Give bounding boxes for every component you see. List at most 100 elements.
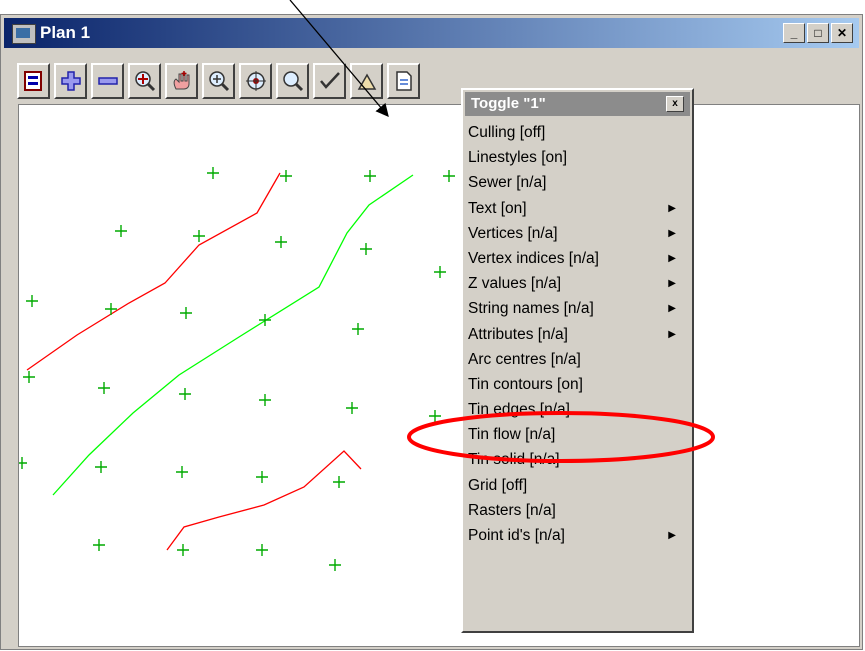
point-marker — [429, 410, 441, 422]
point-marker — [443, 170, 455, 182]
menu-item[interactable]: Culling [off] — [465, 120, 690, 145]
point-marker — [19, 457, 27, 469]
menu-item[interactable]: Vertex indices [n/a] ▶ — [465, 246, 690, 271]
point-marker — [256, 544, 268, 556]
menu-item-label: Tin solid [n/a] — [468, 451, 560, 469]
options-icon — [357, 73, 376, 90]
point-marker — [364, 170, 376, 182]
zoom-icon — [208, 71, 229, 92]
zoom-button[interactable] — [202, 63, 235, 99]
menu-item[interactable]: Linestyles [on] — [465, 145, 690, 170]
zoom-out-button[interactable] — [91, 63, 124, 99]
menu-item[interactable]: Tin edges [n/a] — [465, 397, 690, 422]
plot-icon — [23, 71, 42, 91]
magnify-button[interactable] — [276, 63, 309, 99]
menu-item[interactable]: Arc centres [n/a] — [465, 347, 690, 372]
close-icon: ✕ — [836, 26, 848, 40]
hand-pan-icon — [173, 71, 189, 90]
survey-points — [19, 167, 455, 571]
submenu-arrow-icon: ▶ — [668, 530, 676, 541]
zoom-in-icon — [60, 71, 81, 91]
red-contour-line-lower — [166, 450, 362, 551]
document-icon — [395, 71, 412, 91]
target-icon — [245, 71, 266, 91]
point-marker — [193, 230, 205, 242]
menu-title-bar[interactable]: Toggle "1" x — [465, 92, 690, 116]
menu-item[interactable]: Vertices [n/a] ▶ — [465, 221, 690, 246]
menu-item-label: Tin flow [n/a] — [468, 426, 556, 444]
menu-item[interactable]: Tin solid [n/a] — [465, 447, 690, 472]
point-marker — [256, 471, 268, 483]
point-marker — [95, 461, 107, 473]
point-marker — [115, 225, 127, 237]
menu-item[interactable]: Tin contours [on] — [465, 372, 690, 397]
pan-button[interactable] — [128, 63, 161, 99]
document-button[interactable] — [387, 63, 420, 99]
app-icon[interactable] — [12, 24, 36, 44]
minimize-button[interactable]: _ — [783, 23, 805, 43]
point-marker — [434, 266, 446, 278]
zoom-in-button[interactable] — [54, 63, 87, 99]
close-button[interactable]: ✕ — [831, 23, 853, 43]
point-marker — [333, 476, 345, 488]
menu-item-label: Grid [off] — [468, 476, 528, 494]
point-marker — [360, 243, 372, 255]
menu-item[interactable]: String names [n/a] ▶ — [465, 296, 690, 321]
menu-close-button[interactable]: x — [666, 96, 684, 112]
menu-item-label: Tin contours [on] — [468, 375, 583, 393]
menu-item-label: Arc centres [n/a] — [468, 350, 581, 368]
plan-drawing — [19, 167, 455, 571]
point-marker — [259, 394, 271, 406]
point-marker — [179, 388, 191, 400]
toggle-button[interactable] — [313, 63, 346, 99]
point-marker — [98, 382, 110, 394]
menu-item-label: Linestyles [on] — [468, 149, 568, 167]
point-marker — [177, 544, 189, 556]
hand-pan-button[interactable] — [165, 63, 198, 99]
plan-view-canvas[interactable] — [18, 104, 860, 647]
menu-item[interactable]: Tin flow [n/a] — [465, 422, 690, 447]
menu-item[interactable]: Point id's [n/a] ▶ — [465, 523, 690, 548]
target-button[interactable] — [239, 63, 272, 99]
menu-item-label: Rasters [n/a] — [468, 501, 556, 519]
menu-item[interactable]: Z values [n/a] ▶ — [465, 271, 690, 296]
pan-icon — [134, 71, 155, 92]
maximize-icon: □ — [814, 26, 822, 40]
point-marker — [352, 323, 364, 335]
magnify-icon — [282, 71, 303, 92]
point-marker — [105, 303, 117, 315]
menu-item-label: Vertices [n/a] — [468, 224, 558, 242]
options-button[interactable] — [350, 63, 383, 99]
point-marker — [346, 402, 358, 414]
minimize-icon: _ — [790, 26, 798, 40]
menu-title: Toggle "1" — [471, 95, 546, 112]
menu-item-label: Tin edges [n/a] — [468, 401, 570, 419]
window-title: Plan 1 — [40, 23, 91, 42]
point-marker — [180, 307, 192, 319]
point-marker — [176, 466, 188, 478]
menu-items: Culling [off] Linestyles [on] Sewer [n/a] T… — [465, 120, 690, 548]
submenu-arrow-icon: ▶ — [668, 328, 676, 340]
point-marker — [26, 295, 38, 307]
point-marker — [259, 314, 271, 326]
maximize-button[interactable]: □ — [807, 23, 829, 43]
point-marker — [207, 167, 219, 179]
toggle-icon — [319, 72, 340, 89]
plot-button[interactable] — [17, 63, 50, 99]
submenu-arrow-icon: ▶ — [668, 202, 676, 214]
menu-item[interactable]: Rasters [n/a] — [465, 498, 690, 523]
toggle-menu: Toggle "1" x Culling [off] Linestyles [on… — [461, 88, 694, 633]
menu-item[interactable]: Attributes [n/a] ▶ — [465, 322, 690, 347]
point-marker — [329, 559, 341, 571]
green-contour-line — [52, 174, 414, 496]
menu-item[interactable]: Sewer [n/a] — [465, 170, 690, 195]
submenu-arrow-icon: ▶ — [668, 227, 676, 239]
menu-item[interactable]: Grid [off] — [465, 473, 690, 498]
title-bar[interactable]: Plan 1 _ □ ✕ — [4, 18, 859, 48]
menu-item-label: String names [n/a] — [468, 300, 594, 318]
submenu-arrow-icon: ▶ — [668, 303, 676, 315]
point-marker — [23, 371, 35, 383]
contour-lines — [26, 172, 414, 551]
menu-item[interactable]: Text [on] ▶ — [465, 196, 690, 221]
menu-item-label: Attributes [n/a] — [468, 325, 568, 343]
